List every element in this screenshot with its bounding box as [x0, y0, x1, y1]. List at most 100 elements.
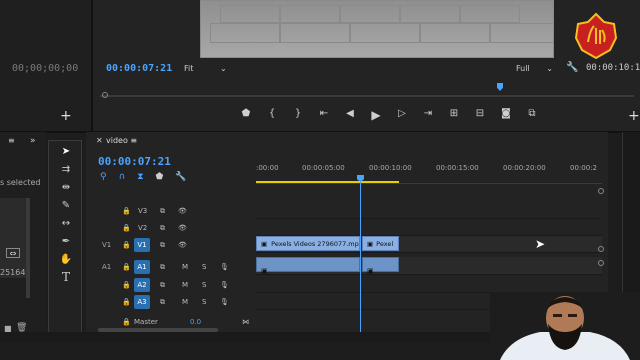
- time-ruler[interactable]: :00:00 00:00:05:00 00:00:10:00 00:00:15:…: [256, 156, 602, 184]
- panel-expand-icon[interactable]: »: [30, 136, 36, 146]
- lane-v1[interactable]: ▣ Pexels Videos 2796077.mp ▣ Pexel: [256, 236, 602, 253]
- wrench-icon[interactable]: 🔧: [566, 62, 578, 73]
- lock-icon[interactable]: 🔒: [122, 224, 131, 232]
- mute-button[interactable]: M: [182, 263, 188, 271]
- lane-v2[interactable]: [256, 219, 602, 236]
- timeline-timecode[interactable]: 00:00:07:21: [98, 155, 171, 168]
- quality-dropdown[interactable]: Full ⌄: [516, 64, 553, 73]
- lift-icon[interactable]: ⊞: [446, 108, 462, 122]
- panel-close-icon[interactable]: ≡: [8, 136, 15, 145]
- razor-tool-icon[interactable]: ✎: [55, 197, 77, 213]
- linked-selection-icon[interactable]: ⧗: [137, 172, 143, 182]
- zoom-handle[interactable]: [598, 246, 604, 252]
- work-area-bar[interactable]: [256, 181, 399, 183]
- program-scrubber[interactable]: [100, 95, 634, 97]
- eye-icon[interactable]: 👁: [178, 224, 187, 232]
- step-back-icon[interactable]: ◀: [342, 108, 358, 122]
- eye-icon[interactable]: 👁: [178, 207, 187, 215]
- playhead-line[interactable]: [360, 176, 361, 342]
- fit-dropdown[interactable]: Fit ⌄: [184, 64, 227, 73]
- add-button[interactable]: +: [60, 108, 72, 124]
- microphone-icon[interactable]: 🎙: [220, 298, 229, 306]
- step-forward-icon[interactable]: ▷: [394, 108, 410, 122]
- sync-lock-icon[interactable]: ⧉: [160, 298, 165, 307]
- go-to-end-icon[interactable]: ⋈: [242, 318, 249, 326]
- mark-in-icon[interactable]: {: [264, 108, 280, 122]
- microphone-icon[interactable]: 🎙: [220, 281, 229, 289]
- lock-icon[interactable]: 🔒: [122, 281, 131, 289]
- master-volume[interactable]: 0.0: [190, 318, 201, 326]
- audio-clip[interactable]: ▣: [362, 257, 399, 275]
- ripple-edit-tool-icon[interactable]: ⇹: [55, 179, 77, 195]
- close-icon[interactable]: ✕: [96, 136, 103, 145]
- program-timecode[interactable]: 00:00:07:21: [106, 63, 172, 74]
- timeline-settings-icon[interactable]: 🔧: [175, 172, 186, 182]
- lane-a1[interactable]: ▣ ▣: [256, 257, 602, 275]
- play-icon[interactable]: ▶: [368, 108, 384, 122]
- mouse-cursor: ➤: [535, 237, 546, 251]
- lane-v3[interactable]: [256, 202, 602, 219]
- master-label: Master: [134, 318, 158, 326]
- source-patch[interactable]: A1: [102, 263, 111, 271]
- sequence-name: video: [106, 136, 128, 145]
- mark-out-icon[interactable]: }: [290, 108, 306, 122]
- nest-icon[interactable]: ⚲: [100, 172, 107, 182]
- go-to-in-icon[interactable]: ⇤: [316, 108, 332, 122]
- lane-a2[interactable]: [256, 276, 602, 293]
- marker-icon[interactable]: ⬟: [238, 108, 254, 122]
- selection-tool-icon[interactable]: ➤: [55, 143, 77, 159]
- pen-tool-icon[interactable]: ✒: [55, 233, 77, 249]
- tools-panel: ➤ ⇉ ⇹ ✎ ↔ ✒ ✋ T: [48, 140, 82, 342]
- hand-tool-icon[interactable]: ✋: [55, 251, 77, 267]
- sync-lock-icon[interactable]: ⧉: [160, 207, 165, 216]
- sequence-tab[interactable]: video ≡: [106, 136, 137, 145]
- microphone-icon[interactable]: 🎙: [220, 263, 229, 271]
- project-panel: ≡ » s selected ⇔ 25164 ■ 🗑: [0, 132, 46, 342]
- mute-button[interactable]: M: [182, 281, 188, 289]
- sync-lock-icon[interactable]: ⧉: [160, 263, 165, 272]
- track-target-a1[interactable]: A1: [134, 260, 150, 274]
- compare-icon[interactable]: ⧉: [524, 108, 540, 122]
- slip-tool-icon[interactable]: ↔: [55, 215, 77, 231]
- track-target-a3[interactable]: A3: [134, 295, 150, 309]
- track-header-v2: 🔒 V2 ⧉ 👁: [86, 220, 256, 236]
- track-target-a2[interactable]: A2: [134, 278, 150, 292]
- source-timecode[interactable]: 00;00;00;00: [12, 63, 78, 74]
- scrollbar[interactable]: [26, 198, 30, 298]
- zoom-handle[interactable]: [598, 260, 604, 266]
- audio-clip[interactable]: ▣: [256, 257, 360, 275]
- sync-lock-icon[interactable]: ⧉: [160, 281, 165, 290]
- solo-button[interactable]: S: [202, 298, 206, 306]
- video-clip[interactable]: ▣ Pexels Videos 2796077.mp: [256, 236, 360, 251]
- camera-icon[interactable]: ◙: [498, 108, 514, 122]
- track-target-v1[interactable]: V1: [134, 238, 150, 252]
- lock-icon[interactable]: 🔒: [122, 318, 131, 326]
- track-header-a2: 🔒 A2 ⧉ M S 🎙: [86, 277, 256, 293]
- track-header-v1: V1 🔒 V1 ⧉ 👁: [86, 237, 256, 253]
- clip-name: Pexels Videos 2796077.mp: [271, 239, 359, 248]
- sync-lock-icon[interactable]: ⧉: [160, 241, 165, 250]
- add-button-program[interactable]: +: [628, 108, 640, 124]
- lock-icon[interactable]: 🔒: [122, 298, 131, 306]
- mute-button[interactable]: M: [182, 298, 188, 306]
- solo-button[interactable]: S: [202, 263, 206, 271]
- eye-icon[interactable]: 👁: [178, 241, 187, 249]
- lock-icon[interactable]: 🔒: [122, 207, 131, 215]
- track-select-tool-icon[interactable]: ⇉: [55, 161, 77, 177]
- source-patch[interactable]: V1: [102, 241, 111, 249]
- snap-icon[interactable]: ∩: [119, 172, 126, 182]
- track-header-a1: A1 🔒 A1 ⧉ M S 🎙: [86, 259, 256, 275]
- sync-lock-icon[interactable]: ⧉: [160, 224, 165, 233]
- source-monitor: 00;00;00;00: [0, 0, 92, 132]
- extract-icon[interactable]: ⊟: [472, 108, 488, 122]
- go-to-out-icon[interactable]: ⇥: [420, 108, 436, 122]
- solo-button[interactable]: S: [202, 281, 206, 289]
- add-marker-icon[interactable]: ⬟: [156, 172, 164, 182]
- list-view-icon[interactable]: ⇔: [6, 248, 20, 258]
- zoom-handle[interactable]: [598, 188, 604, 194]
- lock-icon[interactable]: 🔒: [122, 241, 131, 249]
- fx-icon: ▣: [261, 239, 268, 248]
- type-tool-icon[interactable]: T: [55, 269, 77, 285]
- video-clip[interactable]: ▣ Pexel: [362, 236, 399, 251]
- lock-icon[interactable]: 🔒: [122, 263, 131, 271]
